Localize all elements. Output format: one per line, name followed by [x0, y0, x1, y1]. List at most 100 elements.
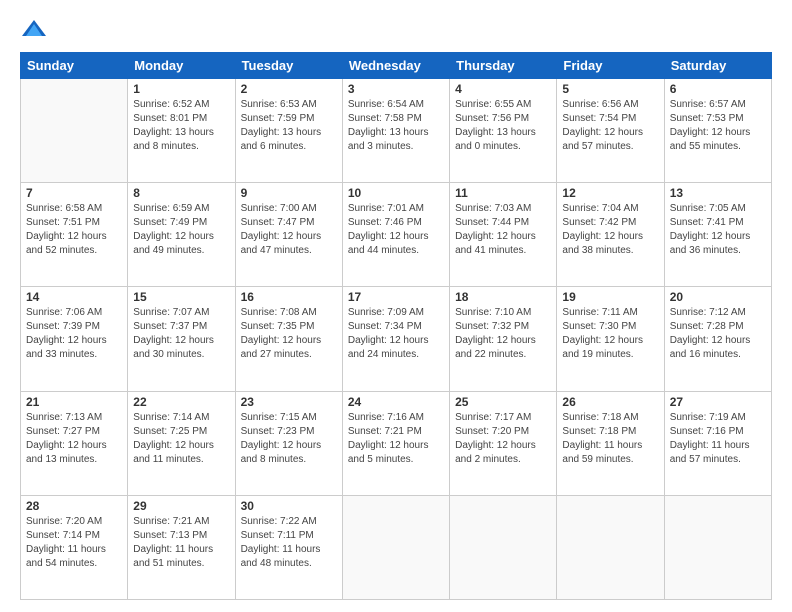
- day-info: Sunrise: 7:13 AMSunset: 7:27 PMDaylight:…: [26, 411, 122, 467]
- day-number: 7: [26, 186, 122, 200]
- day-number: 20: [670, 290, 766, 304]
- calendar-day-19: 19 Sunrise: 7:11 AMSunset: 7:30 PMDayligh…: [557, 287, 664, 391]
- day-info: Sunrise: 7:10 AMSunset: 7:32 PMDaylight:…: [455, 306, 551, 362]
- calendar-day-2: 2 Sunrise: 6:53 AMSunset: 7:59 PMDaylight…: [235, 79, 342, 183]
- day-info: Sunrise: 6:54 AMSunset: 7:58 PMDaylight:…: [348, 98, 444, 154]
- day-info: Sunrise: 7:08 AMSunset: 7:35 PMDaylight:…: [241, 306, 337, 362]
- day-info: Sunrise: 6:56 AMSunset: 7:54 PMDaylight:…: [562, 98, 658, 154]
- calendar-day-1: 1 Sunrise: 6:52 AMSunset: 8:01 PMDaylight…: [128, 79, 235, 183]
- day-number: 11: [455, 186, 551, 200]
- day-info: Sunrise: 7:14 AMSunset: 7:25 PMDaylight:…: [133, 411, 229, 467]
- calendar-day-17: 17 Sunrise: 7:09 AMSunset: 7:34 PMDayligh…: [342, 287, 449, 391]
- day-number: 9: [241, 186, 337, 200]
- day-number: 26: [562, 395, 658, 409]
- day-number: 23: [241, 395, 337, 409]
- calendar-day-22: 22 Sunrise: 7:14 AMSunset: 7:25 PMDayligh…: [128, 391, 235, 495]
- day-number: 12: [562, 186, 658, 200]
- calendar-week-1: 7 Sunrise: 6:58 AMSunset: 7:51 PMDaylight…: [21, 183, 772, 287]
- day-number: 6: [670, 82, 766, 96]
- calendar-day-28: 28 Sunrise: 7:20 AMSunset: 7:14 PMDayligh…: [21, 495, 128, 599]
- day-info: Sunrise: 7:06 AMSunset: 7:39 PMDaylight:…: [26, 306, 122, 362]
- day-info: Sunrise: 7:09 AMSunset: 7:34 PMDaylight:…: [348, 306, 444, 362]
- day-info: Sunrise: 7:07 AMSunset: 7:37 PMDaylight:…: [133, 306, 229, 362]
- calendar-day-empty: [450, 495, 557, 599]
- calendar-day-20: 20Sunrise: 7:12 AMSunset: 7:28 PMDayligh…: [664, 287, 771, 391]
- day-number: 29: [133, 499, 229, 513]
- col-header-wednesday: Wednesday: [342, 53, 449, 79]
- calendar-day-15: 15Sunrise: 7:07 AMSunset: 7:37 PMDayligh…: [128, 287, 235, 391]
- calendar-day-3: 3 Sunrise: 6:54 AMSunset: 7:58 PMDaylight…: [342, 79, 449, 183]
- calendar-day-5: 5Sunrise: 6:56 AMSunset: 7:54 PMDaylight…: [557, 79, 664, 183]
- day-info: Sunrise: 7:11 AMSunset: 7:30 PMDaylight:…: [562, 306, 658, 362]
- calendar-day-14: 14Sunrise: 7:06 AMSunset: 7:39 PMDayligh…: [21, 287, 128, 391]
- calendar-day-empty: [664, 495, 771, 599]
- day-info: Sunrise: 7:01 AMSunset: 7:46 PMDaylight:…: [348, 202, 444, 258]
- day-number: 19: [562, 290, 658, 304]
- day-number: 4: [455, 82, 551, 96]
- day-info: Sunrise: 7:03 AMSunset: 7:44 PMDaylight:…: [455, 202, 551, 258]
- day-info: Sunrise: 6:57 AMSunset: 7:53 PMDaylight:…: [670, 98, 766, 154]
- col-header-saturday: Saturday: [664, 53, 771, 79]
- day-number: 30: [241, 499, 337, 513]
- calendar-day-30: 30 Sunrise: 7:22 AMSunset: 7:11 PMDayligh…: [235, 495, 342, 599]
- calendar-week-0: 1 Sunrise: 6:52 AMSunset: 8:01 PMDaylight…: [21, 79, 772, 183]
- day-info: Sunrise: 7:22 AMSunset: 7:11 PMDaylight:…: [241, 515, 337, 571]
- day-number: 25: [455, 395, 551, 409]
- day-number: 27: [670, 395, 766, 409]
- page: SundayMondayTuesdayWednesdayThursdayFrid…: [0, 0, 792, 612]
- calendar-day-29: 29 Sunrise: 7:21 AMSunset: 7:13 PMDayligh…: [128, 495, 235, 599]
- calendar-day-7: 7 Sunrise: 6:58 AMSunset: 7:51 PMDaylight…: [21, 183, 128, 287]
- calendar-day-23: 23 Sunrise: 7:15 AMSunset: 7:23 PMDayligh…: [235, 391, 342, 495]
- day-number: 1: [133, 82, 229, 96]
- calendar-week-2: 14Sunrise: 7:06 AMSunset: 7:39 PMDayligh…: [21, 287, 772, 391]
- header: [20, 16, 772, 44]
- calendar-day-empty: [21, 79, 128, 183]
- day-number: 2: [241, 82, 337, 96]
- day-info: Sunrise: 7:17 AMSunset: 7:20 PMDaylight:…: [455, 411, 551, 467]
- day-number: 24: [348, 395, 444, 409]
- day-info: Sunrise: 7:20 AMSunset: 7:14 PMDaylight:…: [26, 515, 122, 571]
- day-info: Sunrise: 6:53 AMSunset: 7:59 PMDaylight:…: [241, 98, 337, 154]
- day-info: Sunrise: 6:59 AMSunset: 7:49 PMDaylight:…: [133, 202, 229, 258]
- calendar-day-16: 16 Sunrise: 7:08 AMSunset: 7:35 PMDayligh…: [235, 287, 342, 391]
- calendar-header-row: SundayMondayTuesdayWednesdayThursdayFrid…: [21, 53, 772, 79]
- day-number: 18: [455, 290, 551, 304]
- col-header-tuesday: Tuesday: [235, 53, 342, 79]
- calendar-day-21: 21 Sunrise: 7:13 AMSunset: 7:27 PMDayligh…: [21, 391, 128, 495]
- day-number: 13: [670, 186, 766, 200]
- day-number: 22: [133, 395, 229, 409]
- calendar-week-3: 21 Sunrise: 7:13 AMSunset: 7:27 PMDayligh…: [21, 391, 772, 495]
- col-header-friday: Friday: [557, 53, 664, 79]
- day-number: 16: [241, 290, 337, 304]
- calendar-day-empty: [557, 495, 664, 599]
- day-info: Sunrise: 7:16 AMSunset: 7:21 PMDaylight:…: [348, 411, 444, 467]
- day-info: Sunrise: 6:55 AMSunset: 7:56 PMDaylight:…: [455, 98, 551, 154]
- calendar-day-25: 25 Sunrise: 7:17 AMSunset: 7:20 PMDayligh…: [450, 391, 557, 495]
- day-info: Sunrise: 7:05 AMSunset: 7:41 PMDaylight:…: [670, 202, 766, 258]
- calendar-day-10: 10Sunrise: 7:01 AMSunset: 7:46 PMDayligh…: [342, 183, 449, 287]
- col-header-thursday: Thursday: [450, 53, 557, 79]
- calendar-table: SundayMondayTuesdayWednesdayThursdayFrid…: [20, 52, 772, 600]
- day-number: 3: [348, 82, 444, 96]
- day-number: 21: [26, 395, 122, 409]
- day-number: 17: [348, 290, 444, 304]
- calendar-day-11: 11 Sunrise: 7:03 AMSunset: 7:44 PMDayligh…: [450, 183, 557, 287]
- calendar-day-4: 4 Sunrise: 6:55 AMSunset: 7:56 PMDaylight…: [450, 79, 557, 183]
- calendar-day-6: 6 Sunrise: 6:57 AMSunset: 7:53 PMDaylight…: [664, 79, 771, 183]
- day-info: Sunrise: 7:21 AMSunset: 7:13 PMDaylight:…: [133, 515, 229, 571]
- col-header-monday: Monday: [128, 53, 235, 79]
- day-info: Sunrise: 6:52 AMSunset: 8:01 PMDaylight:…: [133, 98, 229, 154]
- day-info: Sunrise: 7:18 AMSunset: 7:18 PMDaylight:…: [562, 411, 658, 467]
- calendar-day-24: 24 Sunrise: 7:16 AMSunset: 7:21 PMDayligh…: [342, 391, 449, 495]
- day-number: 28: [26, 499, 122, 513]
- day-info: Sunrise: 7:15 AMSunset: 7:23 PMDaylight:…: [241, 411, 337, 467]
- calendar-day-empty: [342, 495, 449, 599]
- day-number: 8: [133, 186, 229, 200]
- calendar-week-4: 28 Sunrise: 7:20 AMSunset: 7:14 PMDayligh…: [21, 495, 772, 599]
- day-info: Sunrise: 7:04 AMSunset: 7:42 PMDaylight:…: [562, 202, 658, 258]
- calendar-day-18: 18 Sunrise: 7:10 AMSunset: 7:32 PMDayligh…: [450, 287, 557, 391]
- col-header-sunday: Sunday: [21, 53, 128, 79]
- day-info: Sunrise: 7:00 AMSunset: 7:47 PMDaylight:…: [241, 202, 337, 258]
- calendar-day-8: 8 Sunrise: 6:59 AMSunset: 7:49 PMDaylight…: [128, 183, 235, 287]
- day-info: Sunrise: 6:58 AMSunset: 7:51 PMDaylight:…: [26, 202, 122, 258]
